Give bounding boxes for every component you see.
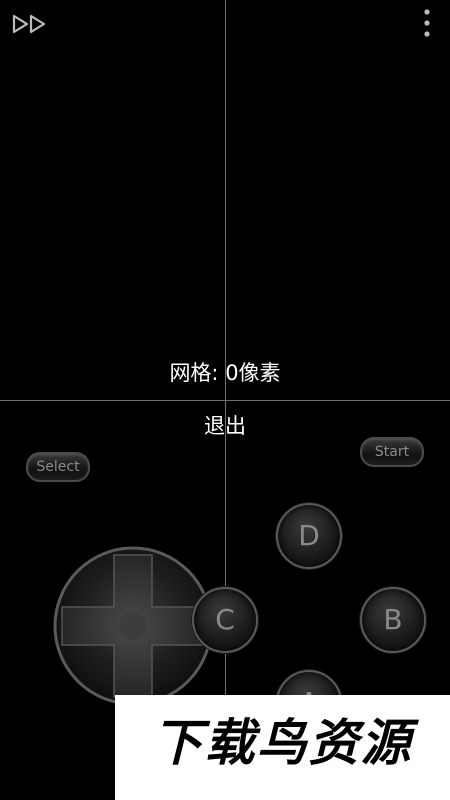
button-b[interactable]: B bbox=[360, 587, 426, 653]
button-c[interactable]: C bbox=[192, 587, 258, 653]
dpad[interactable] bbox=[52, 545, 214, 707]
grid-size-label: 网格: 0像素 bbox=[169, 361, 281, 385]
grid-line-horizontal bbox=[0, 400, 450, 401]
button-d[interactable]: D bbox=[276, 503, 342, 569]
select-button[interactable]: Select bbox=[26, 452, 90, 482]
fast-forward-icon[interactable] bbox=[12, 14, 48, 34]
watermark-banner: 下载鸟资源 bbox=[115, 695, 450, 800]
watermark-text: 下载鸟资源 bbox=[152, 714, 413, 772]
emulator-screen: 网格: 0像素 退出 Select Start D C B A 下载鸟资源 bbox=[0, 0, 450, 800]
overflow-menu-icon[interactable] bbox=[418, 8, 436, 42]
start-button[interactable]: Start bbox=[360, 437, 424, 467]
exit-button[interactable]: 退出 bbox=[175, 410, 275, 442]
